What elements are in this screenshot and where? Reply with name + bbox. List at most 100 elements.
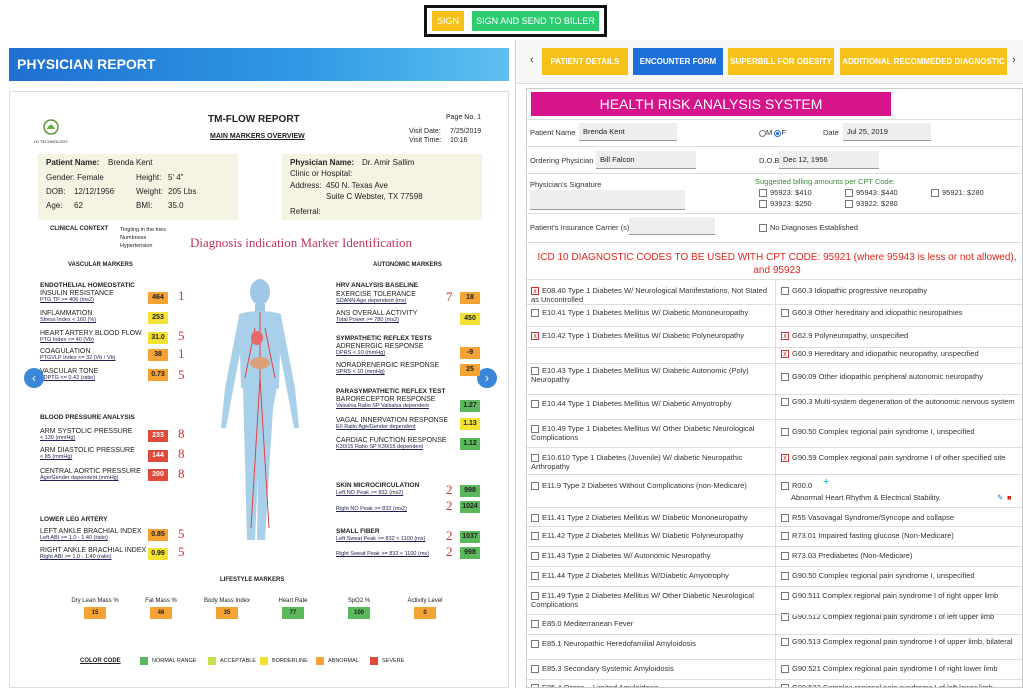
icd-right-item[interactable]: R73.03 Prediabetes (Non-Medicare) [781,551,1017,561]
cpt-option[interactable]: 93922: $280 [845,199,898,209]
checkbox[interactable] [781,592,789,601]
sign-button[interactable]: SIGN [432,11,464,31]
checkbox[interactable] [781,638,789,647]
checkbox[interactable] [531,532,539,541]
icd-left-item[interactable]: E10.44 Type 1 Diabetes Mellitus W/ Diabe… [531,399,767,409]
icd-left-item[interactable]: E11.49 Type 2 Diabetes Mellitus W/ Other… [531,591,767,609]
icd-left-item[interactable]: E85.0 Mediterranean Fever [531,619,767,629]
icd-right-item[interactable]: x G90.59 Complex regional pain syndrome I… [781,453,1017,463]
icd-right-item[interactable]: x G62.9 Polyneuropathy, unspecified [781,331,1017,341]
icd-left-item[interactable]: x E10.42 Type 1 Diabetes Mellitus W/ Diab… [531,331,767,341]
patient-name: Brenda Kent [108,158,153,167]
checkbox[interactable] [781,665,789,674]
dob-field[interactable]: Dec 12, 1956 [779,151,879,169]
icd-right-item[interactable]: G60.8 Other hereditary and idiopathic ne… [781,308,1017,318]
gender-radios[interactable]: M F [759,128,786,137]
icd-left-item[interactable]: E10.610 Type 1 Diabetes (Juvenile) W/ di… [531,453,767,471]
icd-left-item[interactable]: E85.4 Organ – Limited Amyloidosis [531,683,767,687]
signature-field[interactable] [530,190,685,210]
cpt-option[interactable]: 95943: $440 [845,188,898,198]
checkbox[interactable] [781,287,789,296]
icd-right-item[interactable]: G90.522 Complex regional pain syndrome I… [781,683,1017,687]
tab-superbill-obesity[interactable]: SUPERBILL FOR OBESITY [728,48,834,75]
icd-right-item[interactable]: G90.511 Complex regional pain syndrome I… [781,591,1017,601]
ordering-physician-field[interactable]: Bill Falcon [596,151,696,169]
icd-left-item[interactable]: E85.3 Secondary Systemic Amyloidosis [531,664,767,674]
sign-and-send-button[interactable]: SIGN AND SEND TO BILLER [472,11,599,31]
checkbox[interactable] [781,532,789,541]
checkbox[interactable] [531,684,539,687]
patient-name-field[interactable]: Brenda Kent [579,123,677,141]
checkbox[interactable] [531,482,539,491]
checkbox[interactable] [531,425,539,434]
checkbox[interactable] [781,398,789,407]
icd-left-item[interactable]: E11.9 Type 2 Diabetes Without Complicati… [531,481,767,491]
checkbox[interactable] [531,620,539,629]
icd-left-item[interactable]: E11.42 Type 2 Diabetes Mellitus W/ Diabe… [531,531,767,541]
icd-right-item[interactable]: G90.09 Other idiopathic peripheral auton… [781,372,1017,382]
marker-baroreceptor: BARORECEPTOR RESPONSE Valsalva Ratio SP V… [336,396,436,409]
icd-left-item[interactable]: x E08.40 Type 1 Diabetes W/ Neurological … [531,286,767,304]
checkbox[interactable] [781,572,789,581]
prev-page-button[interactable]: ‹ [24,368,44,388]
tab-additional-diagnostic[interactable]: ADDITIONAL RECOMMEDED DIAGNOSTIC [840,48,1007,75]
checkbox[interactable] [781,309,789,318]
tab-encounter-form[interactable]: ENCOUNTER FORM [633,48,723,75]
tabs-next-arrow[interactable]: › [1012,54,1016,66]
checked-checkbox[interactable]: x [781,454,789,463]
checkbox[interactable] [781,373,789,382]
checkbox[interactable] [781,514,789,523]
icd-right-item[interactable]: x G60.9 Hereditary and idiopathic neuropa… [781,349,1017,359]
checkbox[interactable] [781,428,789,437]
add-icon[interactable]: + [823,477,829,488]
icd-right-item[interactable]: G90.50 Complex regional pain syndrome I,… [781,427,1017,437]
icd-right-item[interactable]: R00.0 [781,481,1017,491]
icd-left-item[interactable]: E10.49 Type 1 Diabetes Mellitus W/ Other… [531,424,767,442]
icd-right-item[interactable]: G90.521 Complex regional pain syndrome I… [781,664,1017,674]
checked-checkbox[interactable]: x [531,287,539,296]
checked-checkbox[interactable]: x [781,350,789,359]
checkbox[interactable] [531,592,539,601]
checkbox[interactable] [531,514,539,523]
checkbox[interactable] [531,640,539,649]
no-diagnoses-option[interactable]: No Diagnoses Established [759,223,858,233]
edit-icon[interactable]: ✎ [997,493,1003,502]
icd-left-item[interactable]: E85.1 Neuropathic Heredofamilial Amyloid… [531,639,767,649]
icd-right-item[interactable]: G90.513 Complex regional pain syndrome I… [781,637,1017,647]
next-page-button[interactable]: › [477,368,497,388]
cpt-option[interactable]: 95923: $410 [759,188,812,198]
checkbox[interactable] [781,482,789,491]
weight: 205 Lbs [168,187,197,196]
checkbox[interactable] [531,454,539,463]
checkbox[interactable] [781,684,789,687]
checked-checkbox[interactable]: x [781,332,789,341]
radio-m[interactable] [759,129,766,137]
icd-right-item[interactable]: G90.50 Complex regional pain syndrome I,… [781,571,1017,581]
icd-right-item[interactable]: R55 Vasovagal Syndrome/Syncope and colla… [781,513,1017,523]
icd-left-item[interactable]: E11.44 Type 2 Diabetes Mellitus W/Diabet… [531,571,767,581]
checkbox[interactable] [531,572,539,581]
delete-icon[interactable]: ■ [1007,493,1012,502]
checkbox[interactable] [531,665,539,674]
checkbox[interactable] [531,552,539,561]
icd-left-item[interactable]: E11.43 Type 2 Diabetes W/ Autonomic Neur… [531,551,767,561]
icd-left-item[interactable]: E10.43 Type 1 Diabetes Mellitus W/ Diabe… [531,366,767,384]
marker-count: 8 [178,466,185,481]
checked-checkbox[interactable]: x [531,332,539,341]
icd-right-item[interactable]: G60.3 Idiopathic progressive neuropathy [781,286,1017,296]
icd-left-item[interactable]: E10.41 Type 1 Diabetes Mellitus W/ Diabe… [531,308,767,318]
insurance-field[interactable] [629,217,715,235]
checkbox[interactable] [531,309,539,318]
icd-right-item[interactable]: R73.01 Impaired fasting glucose (Non-Med… [781,531,1017,541]
checkbox[interactable] [531,367,539,376]
report-title: TM-FLOW REPORT [208,114,300,125]
icd-right-item[interactable]: G90.3 Multi-system degeneration of the a… [781,397,1017,407]
date-field[interactable]: Jul 25, 2019 [843,123,931,141]
cpt-option[interactable]: 95921: $280 [931,188,984,198]
checkbox[interactable] [781,552,789,561]
icd-left-item[interactable]: E11.41 Type 2 Diabetes Mellitus W/ Diabe… [531,513,767,523]
tabs-prev-arrow[interactable]: ‹ [530,54,534,66]
checkbox[interactable] [531,400,539,409]
tab-patient-details[interactable]: PATIENT DETAILS [542,48,628,75]
cpt-option[interactable]: 93923: $250 [759,199,812,209]
